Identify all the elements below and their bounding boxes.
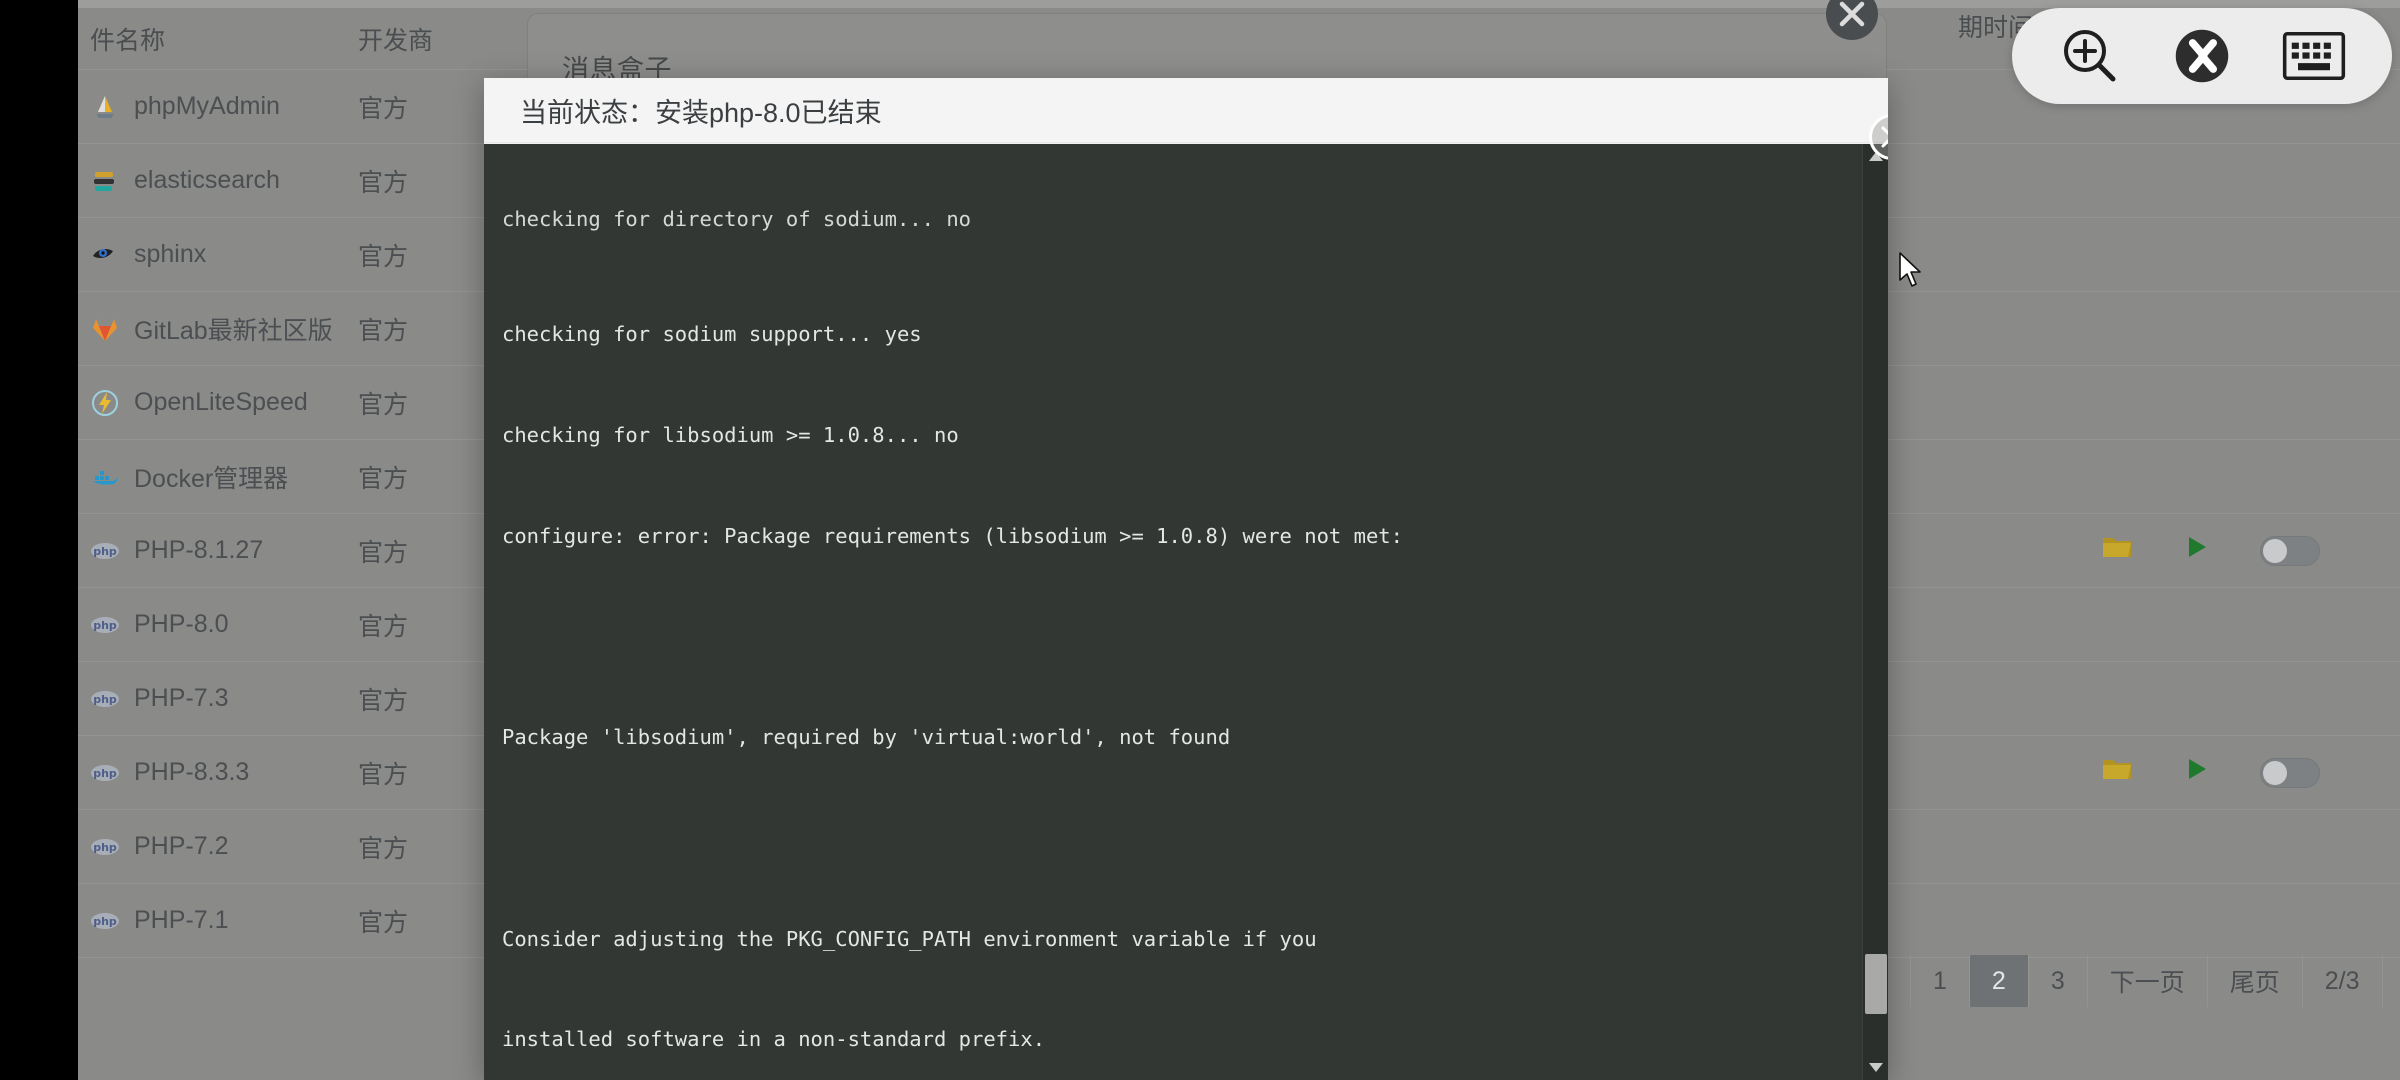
software-name-cell: php PHP-8.3.3	[78, 758, 358, 788]
docker-icon	[90, 462, 120, 492]
install-status-dialog: 当前状态：安装php-8.0已结束 checking for directory…	[484, 78, 1888, 1080]
log-line: checking for libsodium >= 1.0.8... no	[502, 422, 959, 447]
pagination-page-1[interactable]: 1	[1911, 955, 1970, 1007]
play-icon[interactable]	[2184, 756, 2210, 789]
log-line: Consider adjusting the PKG_CONFIG_PATH e…	[502, 926, 1317, 951]
software-name: GitLab最新社区版	[134, 316, 333, 345]
elasticsearch-icon	[90, 166, 120, 196]
pagination-last[interactable]: 尾页	[2208, 955, 2303, 1007]
php-icon: php	[90, 758, 120, 788]
log-line: installed software in a non-standard pre…	[502, 1027, 1046, 1052]
terminal-scrollbar[interactable]	[1862, 144, 1888, 1080]
left-gutter	[0, 0, 78, 1080]
software-name: elasticsearch	[134, 166, 280, 194]
software-name-cell: sphinx	[78, 240, 358, 270]
install-status-header: 当前状态：安装php-8.0已结束	[484, 78, 1888, 143]
software-name: sphinx	[134, 240, 207, 268]
svg-text:php: php	[93, 915, 117, 928]
software-name-cell: php PHP-7.3	[78, 684, 358, 714]
pagination-next[interactable]: 下一页	[2088, 955, 2208, 1007]
install-status-text: 当前状态：安装php-8.0已结束	[520, 97, 882, 128]
column-header-name: 件名称	[90, 26, 166, 55]
svg-text:php: php	[93, 619, 117, 632]
software-name-cell: OpenLiteSpeed	[78, 388, 358, 418]
php-icon: php	[90, 536, 120, 566]
folder-icon[interactable]	[2100, 530, 2134, 571]
software-name-cell: GitLab最新社区版	[78, 311, 358, 347]
folder-icon[interactable]	[2100, 752, 2134, 793]
php-icon: php	[90, 610, 120, 640]
software-name: PHP-8.3.3	[134, 758, 250, 786]
software-name: Docker管理器	[134, 464, 289, 493]
row-actions	[2100, 752, 2400, 793]
svg-text:php: php	[93, 545, 117, 558]
software-name: PHP-7.3	[134, 684, 229, 712]
log-line: checking for sodium support... yes	[502, 321, 922, 346]
software-name: phpMyAdmin	[134, 92, 280, 120]
pagination-counter: 2/3	[2303, 955, 2383, 1007]
zoom-in-icon[interactable]	[2058, 24, 2122, 88]
enable-toggle[interactable]	[2260, 757, 2320, 788]
software-name-cell: php PHP-8.1.27	[78, 536, 358, 566]
software-name: PHP-7.2	[134, 832, 229, 860]
software-name-cell: Docker管理器	[78, 459, 358, 495]
play-icon[interactable]	[2184, 534, 2210, 567]
screen-root: 件名称 开发商 phpMyAdmin 官方 elasticsearch 官方 s…	[0, 0, 2400, 1080]
php-icon: php	[90, 832, 120, 862]
software-name-cell: elasticsearch	[78, 166, 358, 196]
software-name-cell: php PHP-7.1	[78, 906, 358, 936]
panel-topbar	[78, 0, 2400, 8]
software-name: OpenLiteSpeed	[134, 388, 308, 416]
software-name-cell: php PHP-8.0	[78, 610, 358, 640]
pagination: 页 1 2 3 下一页 尾页 2/3 从	[1840, 955, 2400, 1007]
row-actions	[2100, 530, 2400, 571]
php-icon: php	[90, 906, 120, 936]
php-icon: php	[90, 684, 120, 714]
pagination-page-2[interactable]: 2	[1969, 955, 2029, 1007]
software-name: PHP-8.1.27	[134, 536, 264, 564]
gitlab-icon	[90, 314, 120, 344]
software-name: PHP-7.1	[134, 906, 229, 934]
log-line: checking for directory of sodium... no	[502, 207, 971, 232]
software-name-cell: php PHP-7.2	[78, 832, 358, 862]
remote-desktop-icon[interactable]	[2170, 24, 2234, 88]
log-line: Package 'libsodium', required by 'virtua…	[502, 725, 1231, 750]
svg-text:php: php	[93, 841, 117, 854]
phpmyadmin-icon	[90, 92, 120, 122]
column-header-vendor: 开发商	[358, 26, 434, 55]
floating-toolbar	[2012, 8, 2392, 104]
install-log-terminal[interactable]: checking for directory of sodium... no c…	[484, 144, 1888, 1080]
pagination-page-3[interactable]: 3	[2029, 955, 2088, 1007]
software-name: PHP-8.0	[134, 610, 229, 638]
keyboard-icon[interactable]	[2282, 24, 2346, 88]
enable-toggle[interactable]	[2260, 535, 2320, 566]
scrollbar-thumb[interactable]	[1865, 954, 1887, 1014]
log-line: configure: error: Package requirements (…	[502, 523, 1403, 548]
svg-text:php: php	[93, 693, 117, 706]
pagination-suffix: 从	[2383, 955, 2400, 1007]
software-name-cell: phpMyAdmin	[78, 92, 358, 122]
openlitespeed-icon	[90, 388, 120, 418]
svg-text:php: php	[93, 767, 117, 780]
scroll-down-icon[interactable]	[1863, 1054, 1888, 1080]
sphinx-icon	[90, 240, 120, 270]
